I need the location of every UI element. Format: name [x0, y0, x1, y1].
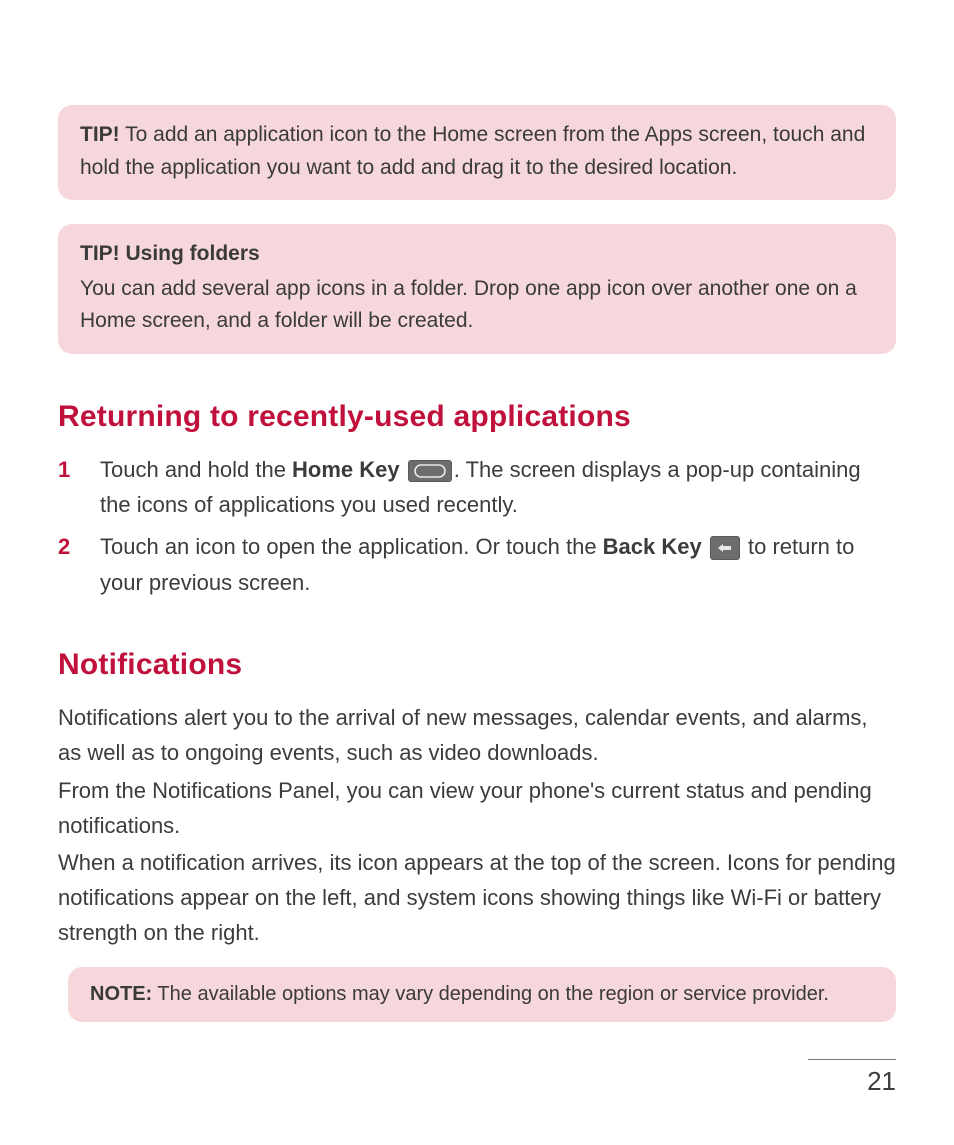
heading-notifications: Notifications	[58, 648, 896, 682]
home-key-label: Home Key	[292, 457, 400, 482]
note-prefix: NOTE:	[90, 983, 152, 1005]
step-text: Touch and hold the	[100, 457, 292, 482]
tip-prefix: TIP!	[80, 123, 120, 146]
page-number-area: 21	[808, 1059, 896, 1097]
back-key-icon	[710, 536, 740, 560]
tip-text: To add an application icon to the Home s…	[80, 123, 865, 179]
spacer	[58, 953, 896, 967]
note-text: The available options may vary depending…	[157, 983, 829, 1005]
page-number-rule	[808, 1059, 896, 1060]
body-paragraph: Notifications alert you to the arrival o…	[58, 700, 896, 770]
back-key-label: Back Key	[603, 534, 702, 559]
note-box: NOTE: The available options may vary dep…	[68, 967, 896, 1022]
step-item: Touch an icon to open the application. O…	[58, 529, 896, 600]
tip-box-folders: TIP! Using folders You can add several a…	[58, 224, 896, 354]
tip-box-add-app: TIP! To add an application icon to the H…	[58, 105, 896, 200]
step-text: Touch an icon to open the application. O…	[100, 534, 603, 559]
page-number: 21	[808, 1066, 896, 1097]
home-key-icon	[408, 460, 452, 482]
tip-text: You can add several app icons in a folde…	[80, 277, 857, 333]
manual-page: TIP! To add an application icon to the H…	[0, 0, 954, 1145]
steps-list: Touch and hold the Home Key . The screen…	[58, 452, 896, 601]
body-paragraph: From the Notifications Panel, you can vi…	[58, 773, 896, 843]
body-paragraph: When a notification arrives, its icon ap…	[58, 845, 896, 951]
heading-recent-apps: Returning to recently-used applications	[58, 400, 896, 434]
tip-title: TIP! Using folders	[80, 238, 874, 271]
step-item: Touch and hold the Home Key . The screen…	[58, 452, 896, 523]
